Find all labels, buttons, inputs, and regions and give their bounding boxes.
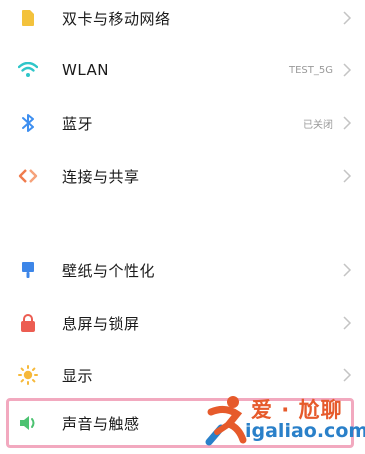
settings-item-label: 声音与触感 bbox=[62, 414, 140, 433]
settings-item-label: 息屏与锁屏 bbox=[62, 314, 140, 333]
settings-item-label: 壁纸与个性化 bbox=[62, 261, 156, 280]
connection-share-icon bbox=[18, 166, 38, 186]
watermark-logo: 爱 · 尬聊 igaliao.com bbox=[203, 392, 365, 448]
chevron-right-icon bbox=[343, 63, 352, 77]
wifi-network-name: TEST_5G bbox=[289, 64, 333, 76]
wifi-icon bbox=[18, 60, 38, 80]
chevron-right-icon bbox=[343, 316, 352, 330]
brightness-icon bbox=[18, 365, 38, 385]
settings-item-label: WLAN bbox=[62, 61, 110, 79]
bluetooth-icon bbox=[18, 113, 38, 133]
watermark-domain: igaliao.com bbox=[245, 420, 365, 442]
sound-icon bbox=[18, 413, 38, 433]
settings-item-bluetooth[interactable]: 蓝牙 已关闭 bbox=[0, 97, 365, 149]
settings-item-connection-share[interactable]: 连接与共享 bbox=[0, 150, 365, 202]
wallpaper-icon bbox=[18, 260, 38, 280]
chevron-right-icon bbox=[343, 169, 352, 183]
settings-item-dual-sim[interactable]: 双卡与移动网络 bbox=[0, 0, 365, 44]
chevron-right-icon bbox=[343, 368, 352, 382]
chevron-right-icon bbox=[343, 263, 352, 277]
chevron-right-icon bbox=[343, 11, 352, 25]
settings-item-label: 蓝牙 bbox=[62, 114, 94, 133]
bluetooth-status: 已关闭 bbox=[303, 119, 333, 131]
settings-item-lock-screen[interactable]: 息屏与锁屏 bbox=[0, 297, 365, 349]
lock-icon bbox=[18, 313, 38, 333]
settings-item-wallpaper[interactable]: 壁纸与个性化 bbox=[0, 244, 365, 296]
settings-item-label: 显示 bbox=[62, 366, 94, 385]
settings-item-label: 双卡与移动网络 bbox=[62, 9, 171, 28]
settings-item-wlan[interactable]: WLAN TEST_5G bbox=[0, 44, 365, 96]
chevron-right-icon bbox=[343, 116, 352, 130]
settings-item-label: 连接与共享 bbox=[62, 167, 140, 186]
sim-card-icon bbox=[18, 8, 38, 28]
